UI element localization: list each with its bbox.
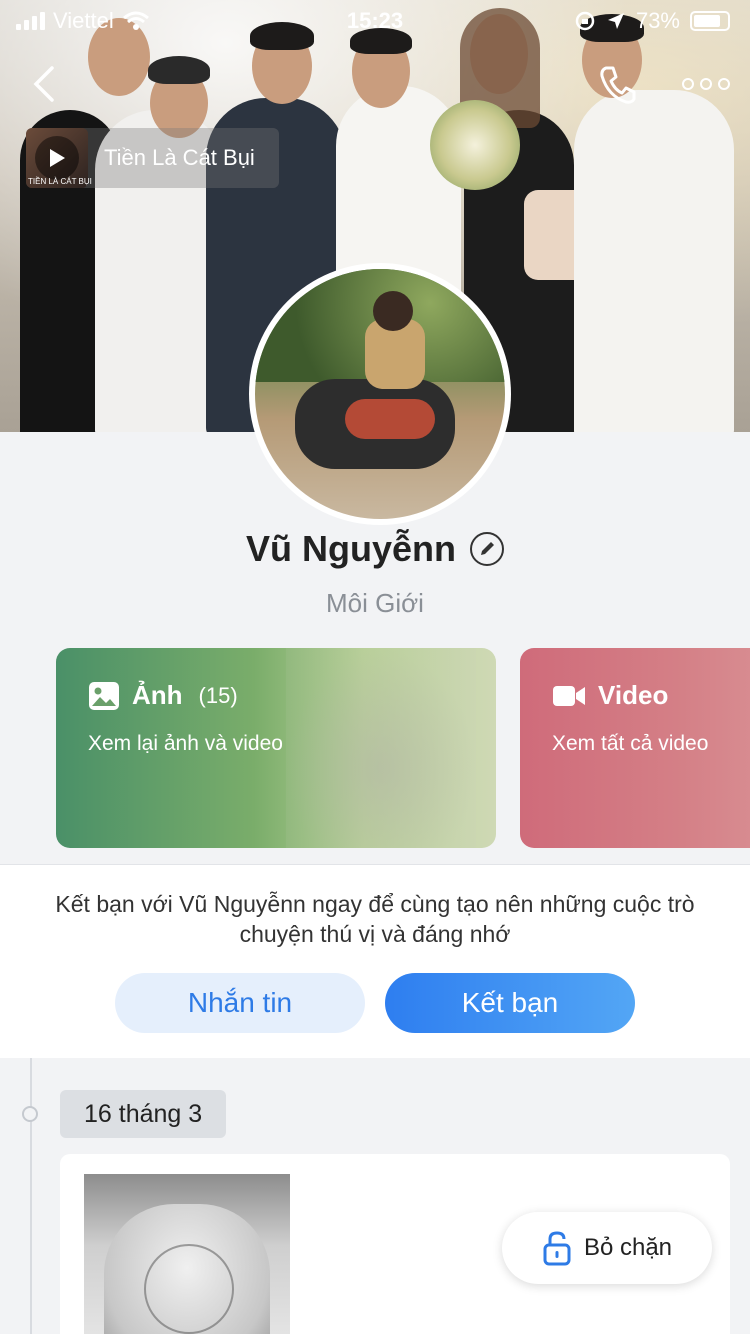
music-title: Tiền Là Cát Bụi bbox=[104, 145, 255, 170]
photos-card[interactable]: Ảnh (15) Xem lại ảnh và video bbox=[56, 648, 496, 848]
photos-count: (15) bbox=[198, 682, 238, 708]
photos-card-preview bbox=[286, 648, 476, 848]
timeline-date: 16 tháng 3 bbox=[60, 1090, 227, 1138]
battery-icon bbox=[690, 11, 730, 31]
photos-card-title: Ảnh bbox=[132, 680, 183, 710]
battery-percent: 73% bbox=[635, 8, 680, 33]
more-button[interactable] bbox=[682, 70, 730, 98]
photos-card-subtitle: Xem lại ảnh và video bbox=[88, 732, 283, 755]
music-thumb-caption: TIỀN LÀ CÁT BỤI bbox=[28, 177, 92, 186]
friend-request-section: Kết bạn với Vũ Nguyễnn ngay để cùng tạo … bbox=[0, 864, 750, 1058]
unlock-icon bbox=[543, 1231, 571, 1266]
status-bar: Viettel 15:23 73% bbox=[0, 0, 750, 40]
profile-music[interactable]: TIỀN LÀ CÁT BỤI Tiền Là Cát Bụi bbox=[26, 128, 279, 188]
avatar[interactable] bbox=[249, 263, 511, 525]
video-camera-icon bbox=[553, 685, 585, 706]
post-image[interactable] bbox=[84, 1174, 290, 1334]
play-icon[interactable] bbox=[35, 136, 79, 180]
video-card-subtitle: Xem tất cả video bbox=[552, 732, 709, 755]
unblock-button[interactable]: Bỏ chặn bbox=[502, 1212, 712, 1284]
video-card-title: Video bbox=[598, 680, 669, 710]
edit-icon[interactable] bbox=[470, 532, 504, 566]
friend-prompt: Kết bạn với Vũ Nguyễnn ngay để cùng tạo … bbox=[55, 891, 695, 947]
message-button[interactable]: Nhắn tin bbox=[115, 973, 365, 1033]
rotation-lock-icon bbox=[575, 11, 595, 31]
phone-icon bbox=[600, 66, 636, 104]
music-thumbnail: TIỀN LÀ CÁT BỤI bbox=[26, 128, 92, 188]
call-button[interactable] bbox=[596, 62, 640, 106]
timeline-dot bbox=[22, 1106, 38, 1122]
add-friend-button[interactable]: Kết bạn bbox=[385, 973, 635, 1033]
back-icon bbox=[33, 66, 54, 102]
unblock-label: Bỏ chặn bbox=[583, 1234, 673, 1261]
profile-name: Vũ Nguyễnn bbox=[245, 528, 456, 569]
back-button[interactable] bbox=[26, 62, 66, 106]
timeline-line bbox=[30, 1058, 32, 1334]
more-icon bbox=[682, 78, 694, 90]
profile-subtitle: Môi Giới bbox=[326, 588, 424, 618]
location-icon bbox=[607, 13, 624, 29]
video-card[interactable]: Video Xem tất cả video bbox=[520, 648, 750, 848]
image-icon bbox=[89, 681, 119, 710]
